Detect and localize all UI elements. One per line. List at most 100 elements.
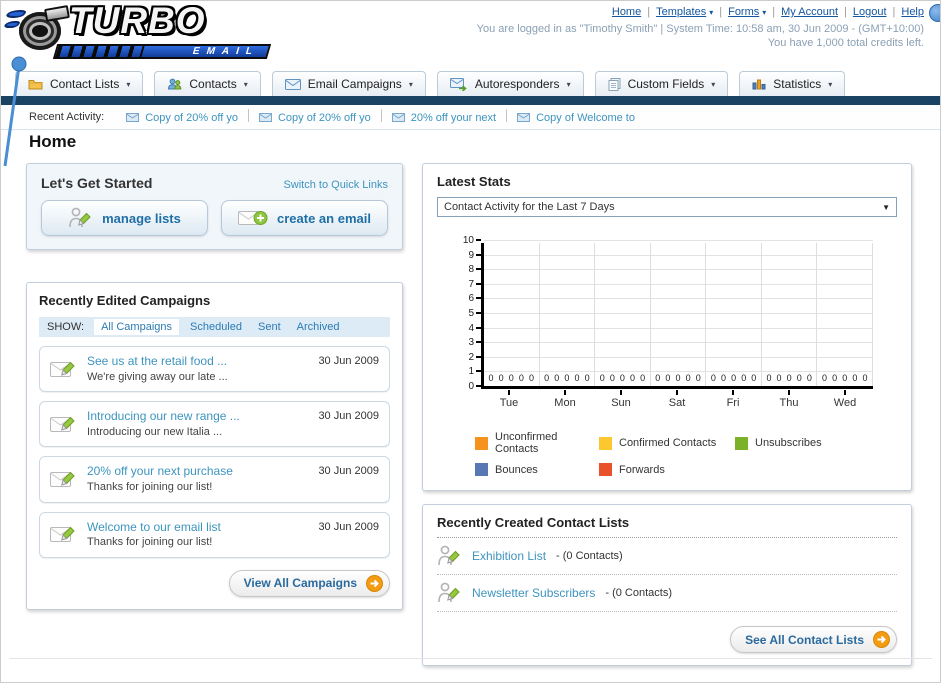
envelope-arrow-icon [449, 77, 468, 91]
x-axis-tick [620, 390, 622, 395]
chevron-down-icon: ▾ [828, 79, 833, 89]
contact-list-link[interactable]: Newsletter Subscribers [472, 586, 595, 600]
nav-link-forms[interactable]: Forms [728, 6, 759, 18]
activity-item-label: 20% off your next [410, 111, 497, 124]
get-started-panel: Let's Get Started Switch to Quick Links … [26, 163, 403, 250]
bar-value-label: 0 [822, 373, 828, 383]
person-pencil-icon [437, 545, 462, 567]
nav-link-logout[interactable]: Logout [853, 6, 887, 18]
separator: | [892, 6, 896, 18]
legend-item: Bounces [475, 463, 599, 476]
tab-custom-fields[interactable]: Custom Fields ▾ [594, 71, 729, 96]
nav-tabs: Contact Lists ▾ Contacts ▾ Email Campaigns ▾ A… [1, 67, 940, 96]
x-axis-label-text: Fri [726, 397, 740, 409]
contact-lists-title: Recently Created Contact Lists [437, 515, 897, 538]
activity-item[interactable]: 20% off your next [391, 111, 497, 124]
x-axis-label: Fri [705, 390, 761, 409]
see-all-contact-lists-button[interactable]: See All Contact Lists [730, 626, 897, 653]
y-axis-tick-label: 2 [468, 351, 474, 363]
bar-value-label: 0 [766, 373, 772, 383]
tab-label: Autoresponders [474, 77, 560, 91]
latest-stats-title: Latest Stats [437, 174, 511, 189]
campaign-row: Welcome to our email list Thanks for join… [39, 511, 390, 558]
x-axis-label-text: Wed [833, 397, 857, 409]
envelope-icon [258, 113, 272, 122]
bar-value-label: 0 [862, 373, 868, 383]
bar-value-label: 0 [630, 373, 636, 383]
tab-autoresponders[interactable]: Autoresponders ▾ [436, 71, 584, 96]
separator [506, 109, 508, 122]
gridline [484, 240, 873, 241]
legend-label: Bounces [495, 463, 538, 476]
filter-archived[interactable]: Archived [297, 321, 340, 333]
envelope-icon [517, 113, 531, 122]
person-pencil-icon [68, 207, 93, 229]
nav-link-home[interactable]: Home [612, 6, 641, 18]
switch-quick-links-link[interactable]: Switch to Quick Links [283, 179, 388, 191]
bar-value-label: 0 [665, 373, 671, 383]
x-axis-tick [508, 390, 510, 395]
bar-value-label: 0 [518, 373, 524, 383]
person-pencil-icon [437, 582, 462, 604]
create-an-email-label: create an email [277, 210, 371, 226]
y-axis-tick [476, 341, 481, 344]
activity-item[interactable]: Copy of 20% off yo [258, 112, 371, 124]
y-axis-tick-label: 4 [468, 322, 474, 334]
bar-value-label: 0 [619, 373, 625, 383]
bar-value-label: 0 [741, 373, 747, 383]
contact-lists-panel: Recently Created Contact Lists Exhibitio… [422, 504, 912, 666]
create-an-email-button[interactable]: create an email [221, 200, 388, 236]
campaign-title-link[interactable]: See us at the retail food ... [87, 353, 228, 370]
legend-swatch [735, 436, 748, 450]
filter-all-campaigns[interactable]: All Campaigns [94, 319, 179, 335]
x-axis-label-text: Tue [499, 397, 519, 409]
contact-list-items: Exhibition List - (0 Contacts) Newsletter … [437, 538, 897, 612]
chart-column: 00000 [540, 243, 596, 386]
campaign-title-link[interactable]: Welcome to our email list [87, 519, 221, 536]
tab-label: Statistics [773, 77, 822, 91]
envelope-plus-icon [238, 208, 268, 228]
separator: | [719, 6, 723, 18]
contact-list-link[interactable]: Exhibition List [472, 549, 546, 563]
activity-item[interactable]: Copy of 20% off yo [126, 112, 238, 124]
campaign-subtitle: Thanks for joining our list! [87, 536, 213, 549]
separator [247, 109, 249, 122]
chart-plot: 0 1 2 3 4 5 6 7 8 9 10 0 0 0 0 0 0 0 0 0 0 0 0 0 0 0 0 0 0 0 0 0 0 0 0 0 0 0 0… [463, 235, 874, 392]
manage-lists-button[interactable]: manage lists [41, 200, 208, 236]
bar-value-label: 0 [675, 373, 681, 383]
manage-lists-label: manage lists [102, 210, 181, 226]
bar-value-label: 0 [609, 373, 615, 383]
campaign-row: See us at the retail food ... We're givin… [39, 346, 390, 393]
filter-scheduled[interactable]: Scheduled [190, 321, 242, 333]
y-axis-tick-label: 7 [468, 278, 474, 290]
bar-value-label: 0 [842, 373, 848, 383]
activity-item[interactable]: Copy of Welcome to [517, 112, 635, 124]
y-axis-tick [476, 355, 481, 358]
envelope-pencil-icon [50, 359, 77, 380]
nav-link-help[interactable]: Help [901, 6, 924, 18]
tab-contacts[interactable]: Contacts ▾ [154, 71, 261, 96]
bar-value-label: 0 [498, 373, 504, 383]
activity-item-label: Copy of 20% off yo [145, 111, 238, 124]
campaign-title-link[interactable]: Introducing our new range ... [87, 408, 240, 425]
annotation-pin-left [3, 56, 27, 167]
tab-email-campaigns[interactable]: Email Campaigns ▾ [271, 71, 426, 96]
filter-sent[interactable]: Sent [258, 321, 281, 333]
envelope-icon [284, 78, 301, 90]
chart-column: 00000 [817, 243, 874, 386]
legend-swatch [475, 463, 488, 476]
campaign-filter-bar: SHOW: All Campaigns Scheduled Sent Archived [39, 317, 390, 337]
nav-link-my-account[interactable]: My Account [781, 6, 838, 18]
view-all-campaigns-button[interactable]: View All Campaigns [228, 569, 390, 597]
get-started-buttons: manage lists create an email [41, 200, 388, 236]
y-axis-tick [476, 253, 481, 256]
tab-statistics[interactable]: Statistics ▾ [739, 71, 846, 96]
nav-link-templates[interactable]: Templates [656, 6, 706, 18]
legend-item: Unsubscribes [735, 431, 897, 455]
y-axis-tick-label: 6 [468, 293, 474, 305]
campaign-title-link[interactable]: 20% off your next purchase [87, 463, 233, 480]
campaign-subtitle: Thanks for joining our list! [87, 481, 213, 494]
campaign-date: 30 Jun 2009 [318, 355, 379, 367]
y-axis-tick-label: 0 [468, 381, 474, 392]
stats-period-select[interactable]: Contact Activity for the Last 7 Days ▼ [437, 197, 897, 217]
